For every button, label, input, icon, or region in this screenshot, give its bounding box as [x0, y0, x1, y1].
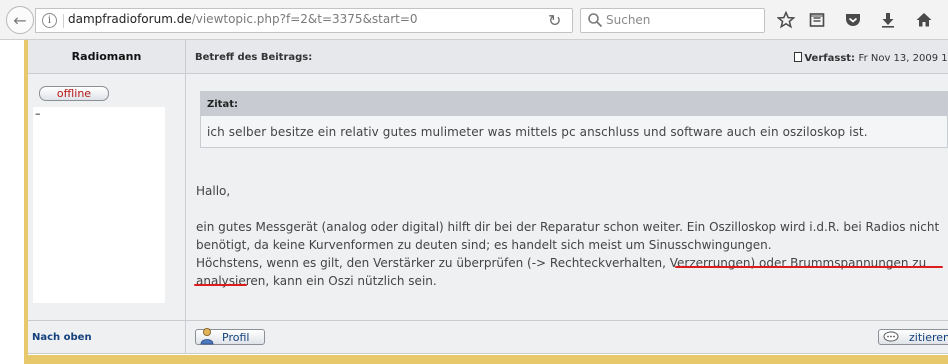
back-button[interactable]: ←	[6, 6, 34, 34]
quote-label: Zitat:	[201, 92, 947, 116]
search-input-placeholder: Suchen	[606, 13, 651, 27]
url-path: /viewtopic.php?f=2&t=3375&start=0	[191, 12, 418, 26]
pocket-icon[interactable]	[843, 10, 863, 30]
author-panel: offline –	[28, 74, 186, 320]
quote-button[interactable]: zitieren	[878, 329, 948, 345]
forum-post: Radiomann Betreff des Beitrags: Verfasst…	[28, 40, 948, 354]
url-domain: dampfradioforum.de	[68, 12, 192, 26]
message-line-2-plain: , da keine Kurvenformen zu deuten sind; …	[246, 238, 772, 252]
annotation-underline-1	[675, 266, 943, 268]
profile-button-label: Profil	[222, 331, 250, 344]
message-greeting: Hallo,	[196, 184, 231, 198]
quote-box: Zitat: ich selber besitze ein relativ gu…	[200, 91, 948, 148]
person-icon	[200, 328, 214, 345]
avatar-text: –	[35, 107, 41, 120]
message-line-1-plain: ein gutes Messgerät (analog oder digital…	[196, 220, 687, 234]
url-separator	[63, 14, 64, 28]
info-icon[interactable]: i	[42, 13, 57, 28]
message-line-2: benötigt, da keine Kurvenformen zu deute…	[196, 238, 772, 252]
search-icon	[588, 13, 603, 28]
posted-date: Fr Nov 13, 2009 16	[858, 53, 948, 64]
post-content: Zitat: ich selber besitze ein relativ gu…	[186, 74, 948, 320]
browser-toolbar: ← i dampfradioforum.de/viewtopic.php?f=2…	[0, 0, 948, 40]
post-date: Verfasst: Fr Nov 13, 2009 16	[794, 52, 948, 64]
status-badge: offline	[39, 86, 109, 101]
avatar: –	[33, 107, 165, 303]
bookmark-star-icon[interactable]	[776, 10, 796, 30]
reading-list-icon[interactable]	[807, 10, 827, 30]
posted-label: Verfasst:	[804, 53, 856, 64]
post-footer-left: Nach oben	[28, 320, 186, 354]
post-author-name[interactable]: Radiomann	[28, 40, 186, 74]
search-bar[interactable]: Suchen	[580, 8, 765, 33]
annotation-underline-2	[194, 284, 247, 286]
message-line-1: ein gutes Messgerät (analog oder digital…	[196, 220, 939, 234]
quote-text: ich selber besitze ein relativ gutes mul…	[207, 125, 868, 139]
arrow-left-icon: ←	[13, 10, 27, 30]
forum-page: Radiomann Betreff des Beitrags: Verfasst…	[0, 40, 948, 364]
post-footer-right: Profil zitieren	[186, 320, 948, 354]
speech-bubble-icon	[883, 331, 899, 342]
message-line-2-highlight: benötigt	[196, 238, 247, 252]
document-icon[interactable]	[794, 52, 803, 62]
url-bar[interactable]: i dampfradioforum.de/viewtopic.php?f=2&t…	[35, 8, 573, 33]
post-header: Betreff des Beitrags: Verfasst: Fr Nov 1…	[186, 40, 948, 74]
subject-label: Betreff des Beitrags:	[195, 52, 313, 63]
download-icon[interactable]	[878, 10, 898, 30]
quote-button-label: zitieren	[909, 331, 948, 344]
message-line-1-highlight: Ein Oszilloskop wird i.d.R. bei Radios n…	[686, 220, 940, 234]
post-separator-bar	[28, 355, 948, 364]
url-text[interactable]: dampfradioforum.de/viewtopic.php?f=2&t=3…	[68, 12, 418, 26]
profile-button[interactable]: Profil	[195, 328, 265, 345]
reload-icon[interactable]: ↻	[548, 11, 561, 30]
back-to-top-link[interactable]: Nach oben	[32, 332, 92, 343]
home-icon[interactable]	[914, 10, 934, 30]
